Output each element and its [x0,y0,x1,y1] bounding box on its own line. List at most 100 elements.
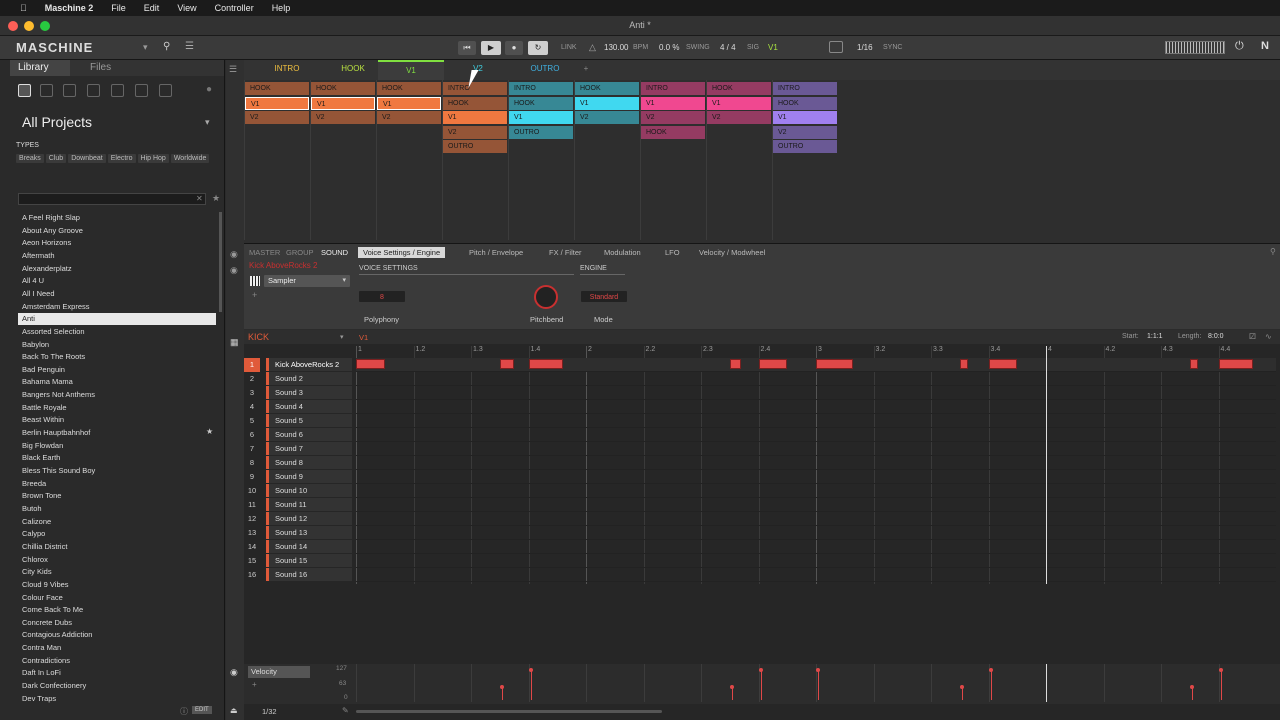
list-scrollbar[interactable] [219,212,222,312]
list-item[interactable]: Concrete Dubs [18,617,216,629]
loop-type-icon[interactable] [135,84,148,97]
note[interactable] [499,359,515,369]
list-item[interactable]: Contagious Addiction [18,629,216,641]
list-item[interactable]: All 4 U [18,275,216,287]
search-icon[interactable]: ⚲ [163,41,170,52]
favorite-filter-icon[interactable]: ★ [212,193,220,204]
keyboard-icon[interactable]: ▦ [230,337,239,348]
pattern-cell[interactable]: HOOK [707,82,771,95]
wave-icon[interactable]: ∿ [1265,332,1272,341]
group-type-icon[interactable] [40,84,53,97]
scene-value[interactable]: V1 [768,41,778,55]
library-heading[interactable]: All Projects [22,114,92,130]
dice-icon[interactable]: ⚂ [1249,332,1256,341]
pattern-cell[interactable]: HOOK [641,125,705,139]
pattern-cell[interactable]: HOOK [311,82,375,95]
velocity-handle[interactable] [499,685,504,690]
pattern-cell[interactable]: OUTRO [509,125,573,139]
sound-slot[interactable]: 2 Sound 2 [244,372,354,386]
follow-icon[interactable] [829,41,843,53]
menu-edit[interactable]: Edit [144,3,160,13]
scene-intro[interactable]: INTRO [254,60,320,80]
tab-pitch-envelope[interactable]: Pitch / Envelope [464,247,528,258]
macro-icon[interactable]: ◉ [230,265,238,276]
velocity-handle[interactable] [1189,685,1194,690]
search-icon[interactable]: ⚲ [1270,247,1276,256]
scene-hook[interactable]: HOOK [320,60,386,80]
pattern-cell[interactable]: V2 [311,111,375,125]
list-item[interactable]: Amsterdam Express [18,301,216,313]
pattern-cell[interactable]: INTRO [641,82,705,95]
scene-add[interactable]: + [579,60,593,80]
sound-slot[interactable]: 1 Kick AboveRocks 2 [244,358,354,372]
velocity-bar[interactable] [961,687,963,700]
bpm-value[interactable]: 130.00 [604,41,628,55]
tag-breaks[interactable]: Breaks [16,154,44,163]
start-value[interactable]: 1:1:1 [1147,333,1163,340]
user-icon[interactable]: ● [206,84,212,95]
list-item[interactable]: Colour Face [18,592,216,604]
velocity-select[interactable]: Velocity [248,666,310,678]
note[interactable] [758,359,788,369]
list-item[interactable]: Bangers Not Anthems [18,389,216,401]
tag-hip-hop[interactable]: Hip Hop [137,154,169,163]
pattern-cell[interactable]: HOOK [377,82,441,95]
list-item[interactable]: Babylon [18,339,216,351]
list-item[interactable]: Bahama Mama [18,376,216,388]
list-item[interactable]: Aftermath [18,250,216,262]
velocity-bar[interactable] [990,669,992,700]
velocity-handle[interactable] [816,667,820,672]
project-type-icon[interactable] [18,84,31,97]
scene-outro[interactable]: OUTRO [512,60,578,80]
list-item[interactable]: Butoh [18,503,216,515]
pattern-cell[interactable]: V2 [773,125,837,139]
pattern-cell[interactable]: V1 [575,96,639,110]
edit-button[interactable]: EDIT [192,706,212,714]
pattern-cell[interactable]: V1 [245,96,309,110]
rewind-button[interactable]: ⏮ [458,41,476,55]
tab-library[interactable]: Library [10,60,70,76]
list-item[interactable]: Alexanderplatz [18,263,216,275]
chevron-down-icon[interactable]: ▾ [143,42,148,53]
sync-label[interactable]: SYNC [883,41,902,55]
pattern-group-name[interactable]: KICK [248,332,269,342]
menu-help[interactable]: Help [272,3,291,13]
info-icon[interactable]: ⓘ [180,706,188,717]
sound-slot[interactable]: 12 Sound 12 [244,512,354,526]
velocity-handle[interactable] [1218,667,1223,672]
pattern-cell[interactable]: HOOK [773,96,837,110]
note[interactable] [1218,359,1253,369]
pattern-cell[interactable]: V2 [641,111,705,125]
metronome-icon[interactable]: △ [589,42,596,53]
list-item[interactable]: Aeon Horizons [18,237,216,249]
add-plugin-button[interactable]: + [252,290,257,300]
plugin-icon[interactable]: ◉ [230,249,238,260]
apple-icon[interactable]:  [20,3,27,13]
note[interactable] [816,359,854,369]
record-button[interactable]: ● [505,41,523,55]
list-item[interactable]: All I Need [18,288,216,300]
tab-lfo[interactable]: LFO [660,247,685,258]
chevron-down-icon[interactable]: ▾ [340,333,344,341]
list-item[interactable]: Beast Within [18,414,216,426]
menu-icon[interactable]: ☰ [229,64,237,75]
sound-slot[interactable]: 3 Sound 3 [244,386,354,400]
tab-group[interactable]: GROUP [281,247,319,258]
list-item[interactable]: Dev Traps [18,693,216,705]
pattern-cell[interactable]: OUTRO [773,140,837,154]
play-button[interactable]: ▶ [481,41,501,55]
pattern-cell[interactable]: INTRO [509,82,573,95]
sound-slot[interactable]: 6 Sound 6 [244,428,354,442]
plugin-select[interactable]: Sampler ▾ [264,275,350,287]
polyphony-field[interactable]: 8 [359,291,405,302]
pattern-cell[interactable]: V1 [641,96,705,110]
list-item[interactable]: Daft In LoFi [18,667,216,679]
velocity-bar[interactable] [530,669,532,700]
pitchbend-knob[interactable] [534,285,558,309]
list-item[interactable]: Calizone [18,516,216,528]
sound-slot[interactable]: 15 Sound 15 [244,554,354,568]
mixer-icon[interactable]: ☰ [185,41,194,52]
velocity-handle[interactable] [758,667,763,672]
eject-icon[interactable]: ⏏ [230,706,238,715]
sound-slot[interactable]: 9 Sound 9 [244,470,354,484]
